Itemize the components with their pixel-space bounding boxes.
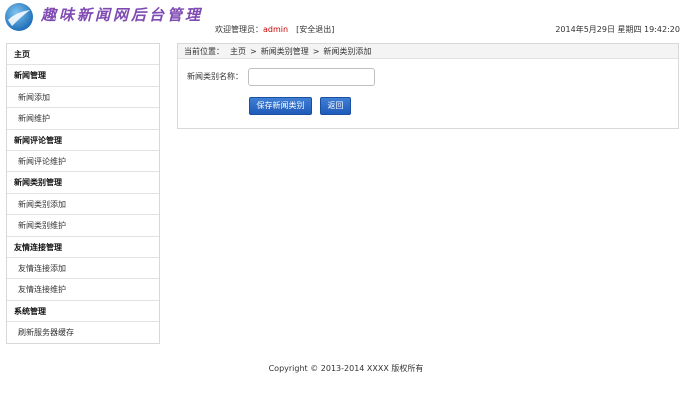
breadcrumb-separator: > — [250, 47, 257, 56]
breadcrumb: 当前位置： 主页 > 新闻类别管理 > 新闻类别添加 — [178, 44, 678, 59]
sidebar-group-categories[interactable]: 新闻类别管理 — [7, 172, 159, 194]
breadcrumb-level1[interactable]: 新闻类别管理 — [261, 47, 309, 56]
sidebar-group-system[interactable]: 系统管理 — [7, 301, 159, 323]
header: 趣味新闻网后台管理 欢迎管理员：admin [安全退出] 2014年5月29日 星… — [0, 0, 692, 38]
welcome-text: 欢迎管理员：admin [安全退出] — [215, 24, 334, 35]
save-category-button[interactable]: 保存新闻类别 — [249, 97, 312, 115]
breadcrumb-prefix: 当前位置： — [184, 47, 224, 56]
site-title: 趣味新闻网后台管理 — [41, 6, 204, 24]
breadcrumb-level2: 新闻类别添加 — [323, 47, 372, 56]
datetime: 2014年5月29日 星期四 19:42:20 — [555, 25, 680, 34]
logout-link[interactable]: [安全退出] — [296, 25, 334, 34]
sidebar-group-comments[interactable]: 新闻评论管理 — [7, 130, 159, 151]
admin-name: admin — [263, 25, 289, 34]
sidebar-group-news[interactable]: 新闻管理 — [7, 65, 159, 87]
breadcrumb-separator: > — [312, 47, 320, 56]
sidebar-item-link-add[interactable]: 友情连接添加 — [7, 258, 159, 280]
main-panel: 当前位置： 主页 > 新闻类别管理 > 新闻类别添加 新闻类别名称： 保存新闻类别 返回 — [177, 43, 679, 129]
back-button[interactable]: 返回 — [320, 97, 351, 115]
footer-copyright: Copyright © 2013-2014 XXXX 版权所有 — [268, 364, 424, 373]
sidebar-item-link-maintain[interactable]: 友情连接维护 — [7, 279, 159, 301]
sidebar-item-category-add[interactable]: 新闻类别添加 — [7, 194, 159, 216]
category-name-label: 新闻类别名称： — [187, 72, 243, 81]
sidebar-menu: 主页 新闻管理 新闻添加 新闻维护 新闻评论管理 新闻评论维护 新闻类别管理 新… — [6, 43, 160, 345]
welcome-prefix: 欢迎管理员： — [215, 25, 263, 34]
category-name-input[interactable] — [248, 68, 375, 86]
sidebar-item-home[interactable]: 主页 — [7, 44, 159, 66]
sidebar-item-news-add[interactable]: 新闻添加 — [7, 87, 159, 109]
sidebar-item-news-maintain[interactable]: 新闻维护 — [7, 108, 159, 130]
category-name-row: 新闻类别名称： — [187, 68, 375, 86]
breadcrumb-home[interactable]: 主页 — [230, 47, 246, 56]
sidebar-item-refresh-cache[interactable]: 刷新服务器缓存 — [7, 322, 159, 343]
sidebar-item-comments-maintain[interactable]: 新闻评论维护 — [7, 151, 159, 173]
sidebar-item-category-maintain[interactable]: 新闻类别维护 — [7, 215, 159, 237]
globe-logo-icon — [5, 3, 33, 31]
sidebar-group-links[interactable]: 友情连接管理 — [7, 237, 159, 258]
